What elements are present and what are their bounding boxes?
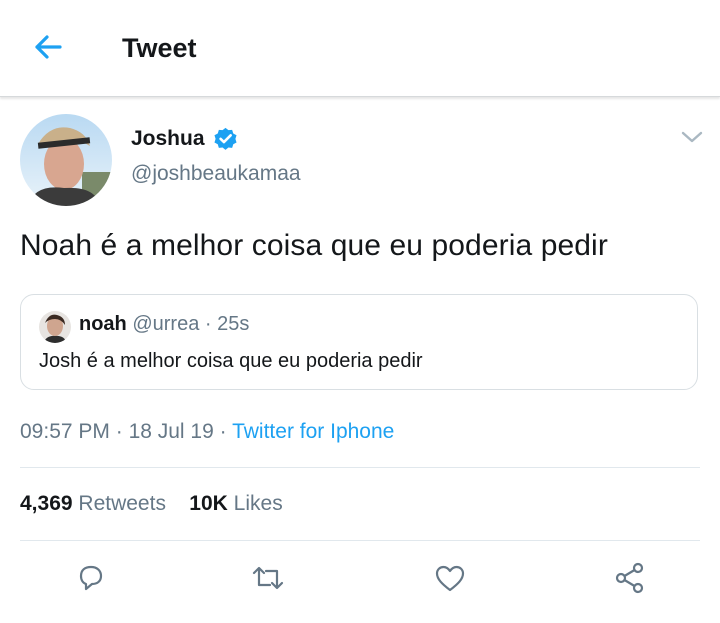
author-handle[interactable]: @joshbeaukamaa — [131, 162, 301, 186]
retweets-count: 4,369 — [20, 492, 73, 515]
quoted-time: 25s — [217, 313, 250, 335]
tweet-time: 09:57 PM — [20, 420, 110, 443]
chevron-down-icon[interactable] — [680, 127, 704, 147]
like-icon[interactable] — [432, 560, 468, 596]
arrow-left-icon[interactable] — [30, 32, 66, 62]
retweet-icon[interactable] — [250, 560, 286, 596]
quoted-separator: · — [199, 313, 218, 335]
author-name[interactable]: Joshua — [131, 127, 205, 151]
tweet-date: 18 Jul 19 — [128, 420, 214, 443]
quoted-tweet-text: Josh é a melhor coisa que eu poderia ped… — [39, 350, 423, 372]
divider — [20, 540, 700, 541]
meta-separator: · — [213, 420, 233, 443]
likes-stat[interactable]: 10K Likes — [189, 492, 282, 515]
tweet-stats: 4,369 Retweets 10K Likes — [20, 492, 283, 516]
tweet-meta: 09:57 PM · 18 Jul 19 · Twitter for Iphon… — [20, 420, 394, 444]
retweets-label: Retweets — [78, 492, 166, 515]
quoted-header: noah @urrea · 25s — [79, 313, 249, 336]
likes-label: Likes — [233, 492, 283, 515]
avatar[interactable] — [20, 114, 112, 206]
top-bar: Tweet — [0, 0, 720, 97]
share-icon[interactable] — [612, 560, 648, 596]
likes-count: 10K — [189, 492, 228, 515]
quoted-avatar — [39, 311, 71, 343]
reply-icon[interactable] — [73, 560, 109, 596]
divider — [20, 467, 700, 468]
quoted-author-handle: @urrea — [132, 313, 200, 335]
quoted-author-name: noah — [79, 313, 127, 335]
page-title: Tweet — [122, 33, 197, 63]
retweets-stat[interactable]: 4,369 Retweets — [20, 492, 166, 515]
tweet-source-link[interactable]: Twitter for Iphone — [232, 420, 394, 443]
tweet-text: Noah é a melhor coisa que eu poderia ped… — [20, 229, 608, 262]
meta-separator: · — [109, 420, 129, 443]
author-name-row[interactable]: Joshua — [131, 125, 239, 152]
verified-badge-icon — [212, 125, 239, 152]
quoted-tweet-card[interactable]: noah @urrea · 25s Josh é a melhor coisa … — [20, 294, 698, 390]
